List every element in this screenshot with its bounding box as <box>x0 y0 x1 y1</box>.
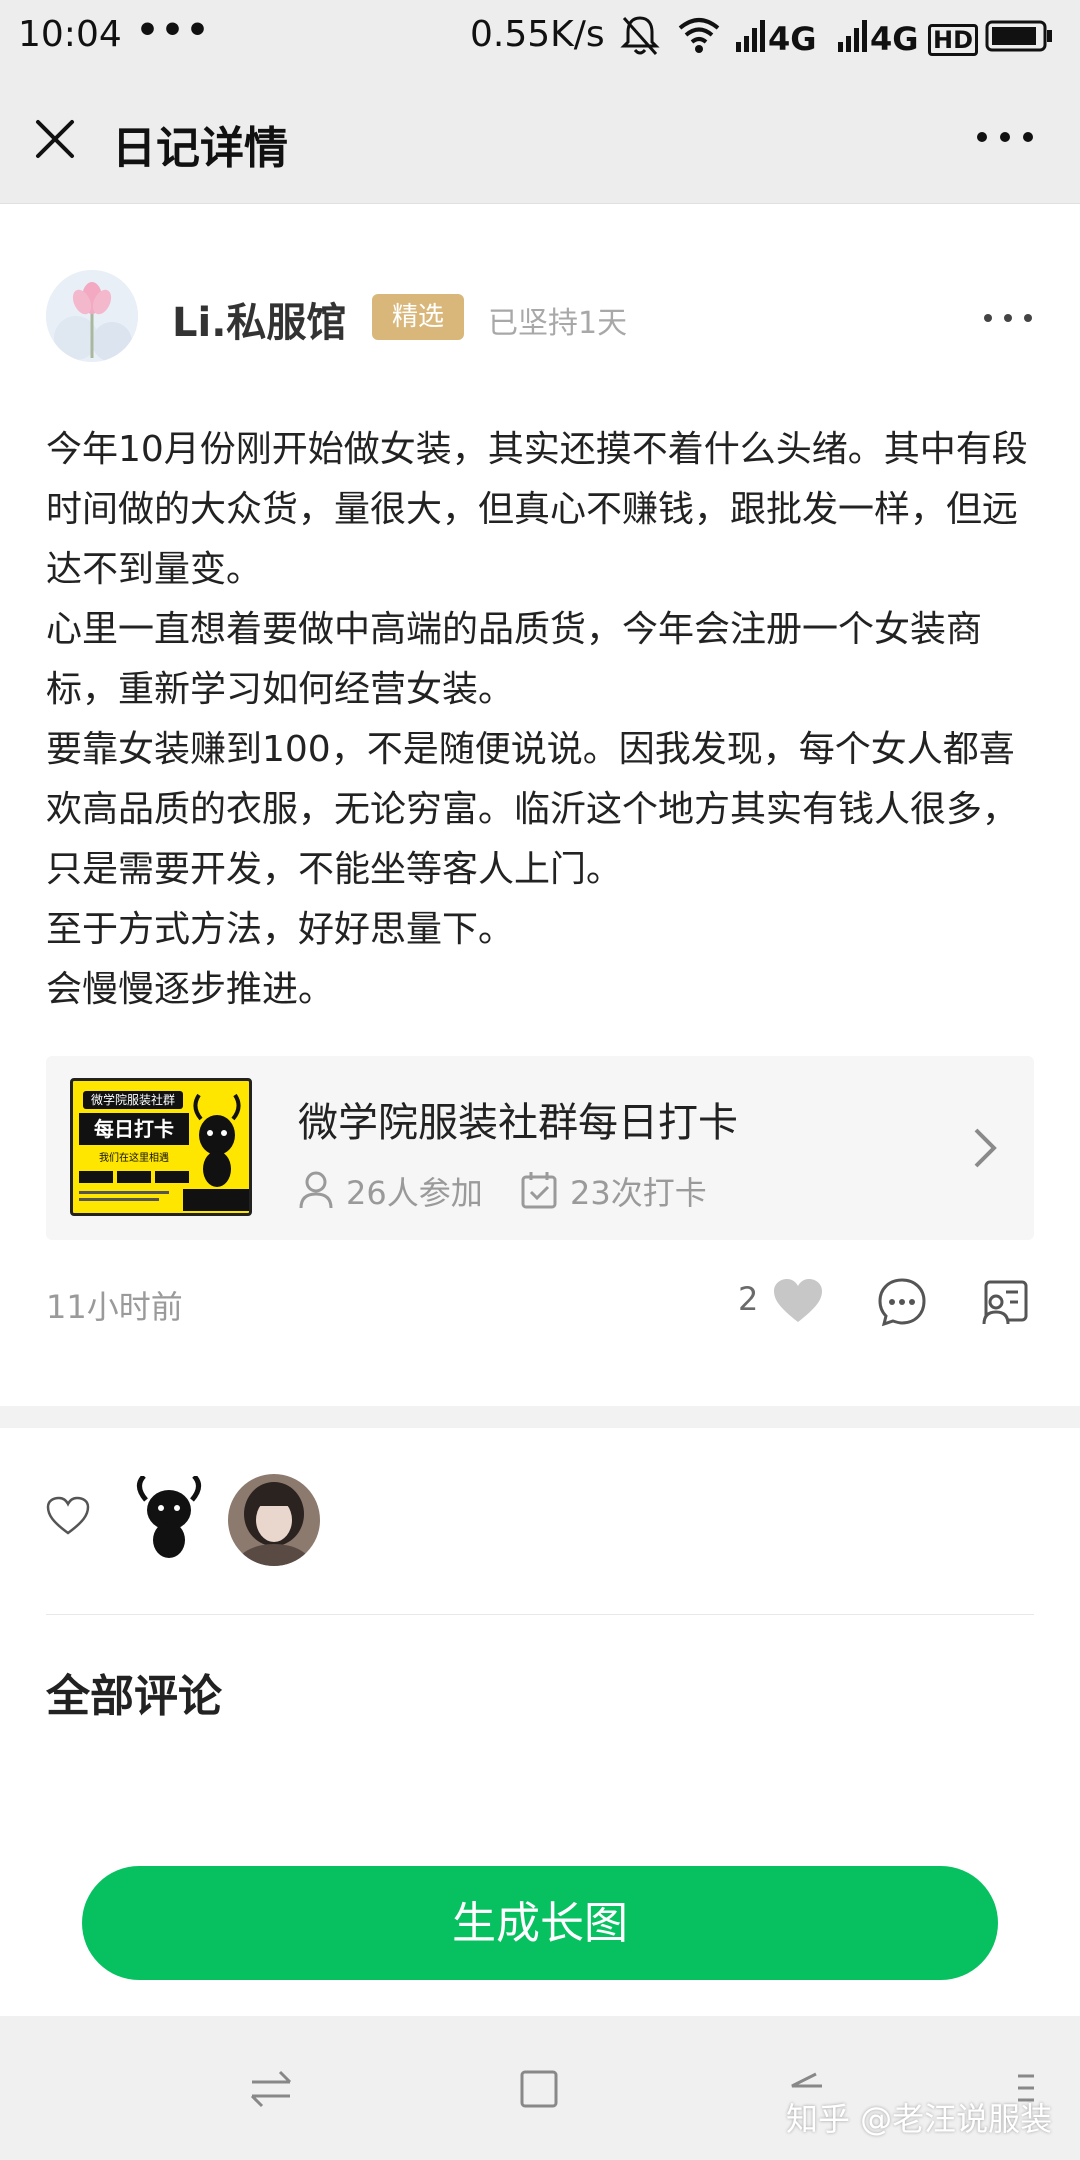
post-content: 今年10月份刚开始做女装，其实还摸不着什么头绪。其中有段时间做的大众货，量很大，… <box>46 420 1036 1020</box>
post-paragraph: 至于方式方法，好好思量下。 <box>46 909 515 950</box>
liker-avatar[interactable] <box>228 1474 320 1566</box>
thumb-sub-text: 我们在这里相遇 <box>99 1153 169 1164</box>
chevron-right-icon <box>974 1128 997 1168</box>
post-time: 11小时前 <box>46 1288 183 1326</box>
liker-avatar[interactable] <box>132 1476 206 1560</box>
more-icon[interactable] <box>970 112 1040 162</box>
status-dots: ••• <box>136 10 212 51</box>
like-count: 2 <box>738 1280 759 1318</box>
thumb-footer <box>183 1189 249 1211</box>
hd-badge: HD <box>928 24 979 56</box>
mute-bell-icon <box>620 16 660 55</box>
generate-long-image-button[interactable]: 生成长图 <box>82 1866 998 1980</box>
signal-icon <box>736 20 765 52</box>
mascot-image <box>193 1093 241 1187</box>
status-bar: 10:04 ••• 0.55K/s 4G 4G HD <box>0 0 1080 74</box>
section-divider <box>0 1406 1080 1428</box>
thumb-tags <box>79 1171 191 1185</box>
home-icon[interactable] <box>514 2064 564 2114</box>
post-paragraph: 心里一直想着要做中高端的品质货，今年会注册一个女装商标，重新学习如何经营女装。 <box>46 609 983 710</box>
lotus-avatar-image <box>46 270 138 362</box>
thumb-main-text: 每日打卡 <box>79 1113 189 1145</box>
post-paragraph: 要靠女装赚到100，不是随便说说。因我发现，每个女人都喜欢高品质的衣服，无论穷富… <box>46 729 1019 890</box>
checkin-group-card[interactable]: 微学院服装社群 每日打卡 我们在这里相遇 微学院服装社群每日打卡 26人参加 2… <box>46 1056 1034 1240</box>
battery-icon <box>985 20 1052 52</box>
status-net-speed: 0.55K/s <box>470 14 605 55</box>
group-title: 微学院服装社群每日打卡 <box>298 1100 738 1146</box>
signal-icon <box>838 20 867 52</box>
post-paragraph: 会慢慢逐步推进。 <box>46 969 335 1010</box>
switch-icon[interactable] <box>246 2064 296 2114</box>
post-paragraph: 今年10月份刚开始做女装，其实还摸不着什么头绪。其中有段时间做的大众货，量很大，… <box>46 429 1028 590</box>
calendar-check-icon <box>521 1172 557 1209</box>
more-icon[interactable] <box>978 300 1038 336</box>
status-time: 10:04 <box>18 14 122 55</box>
status-icons: 4G 4G HD <box>618 12 1068 62</box>
persist-days: 已坚持1天 <box>488 306 628 341</box>
person-icon <box>299 1171 333 1209</box>
featured-badge: 精选 <box>372 294 464 340</box>
wifi-icon <box>678 18 720 53</box>
comment-icon[interactable] <box>876 1276 928 1328</box>
liker-photo <box>228 1474 320 1566</box>
heart-icon <box>46 1496 90 1535</box>
checkins-count: 23次打卡 <box>570 1174 707 1212</box>
author-avatar[interactable] <box>46 270 138 362</box>
app-header: 日记详情 <box>0 74 1080 204</box>
close-icon[interactable] <box>30 114 80 164</box>
page-title: 日记详情 <box>112 123 288 174</box>
heart-icon[interactable] <box>772 1278 824 1324</box>
network-type-2: 4G <box>870 20 919 58</box>
participants-count: 26人参加 <box>346 1174 483 1212</box>
thumb-lines <box>79 1191 169 1207</box>
divider <box>46 1614 1034 1615</box>
share-icon[interactable] <box>978 1276 1030 1328</box>
comments-heading: 全部评论 <box>46 1671 222 1722</box>
watermark: 知乎 @老汪说服装 <box>786 2100 1053 2138</box>
thumb-top-text: 微学院服装社群 <box>83 1091 183 1109</box>
group-thumbnail: 微学院服装社群 每日打卡 我们在这里相遇 <box>70 1078 252 1216</box>
network-type-1: 4G <box>768 20 817 58</box>
author-name[interactable]: Li.私服馆 <box>172 290 346 348</box>
